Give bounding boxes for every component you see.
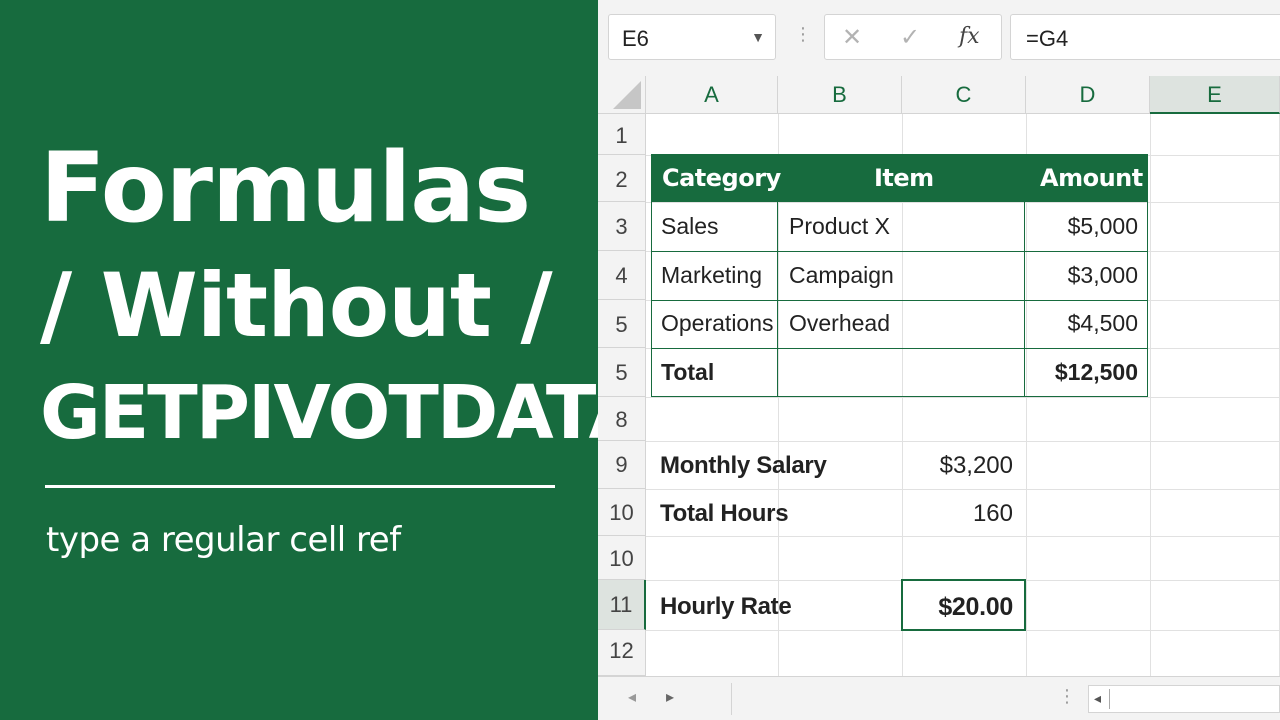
scroll-left-icon[interactable]: ◂ [1094, 690, 1101, 707]
drag-handle-icon[interactable]: ⋮ [1058, 686, 1076, 707]
sheet-prev-icon[interactable]: ◂ [628, 687, 636, 707]
cell-d5[interactable]: $4,500 [1068, 310, 1138, 337]
title-line-3: GETPIVOTDATA [40, 370, 646, 456]
cell-total-amount[interactable]: $12,500 [1055, 359, 1138, 386]
row-header-12[interactable]: 12 [598, 630, 646, 676]
fx-icon[interactable]: fx [959, 24, 980, 49]
subtitle: type a regular cell ref [46, 520, 401, 560]
cell-total-hours-label[interactable]: Total Hours [660, 500, 789, 528]
title-panel: Formulas / Without / GETPIVOTDATA type a… [0, 0, 646, 720]
cancel-icon[interactable]: ✕ [842, 23, 862, 52]
header-item[interactable]: Item [874, 155, 934, 202]
row-header-4[interactable]: 4 [598, 251, 646, 300]
name-box[interactable]: E6 ▼ [608, 14, 776, 60]
cell-b3[interactable]: Product X [789, 213, 890, 240]
column-header-e[interactable]: E [1150, 76, 1280, 114]
header-category[interactable]: Category [662, 155, 781, 202]
cell-b4[interactable]: Campaign [789, 262, 894, 289]
row-header-8[interactable]: 8 [598, 397, 646, 441]
cell-total-hours-value[interactable]: 160 [973, 500, 1013, 528]
row-header-3[interactable]: 3 [598, 202, 646, 251]
column-header-b[interactable]: B [778, 76, 902, 114]
cell-hourly-rate-label[interactable]: Hourly Rate [660, 593, 792, 621]
cell-b5[interactable]: Overhead [789, 310, 890, 337]
formula-buttons: ✕ ✓ fx [824, 14, 1002, 60]
spreadsheet-panel: E6 ▼ ⋮ ✕ ✓ fx =G4 A B C D E 1 2 3 4 5 5 … [598, 0, 1280, 720]
drag-handle-icon[interactable]: ⋮ [794, 24, 812, 45]
name-box-value: E6 [622, 26, 649, 51]
row-header-2[interactable]: 2 [598, 155, 646, 202]
title-line-1: Formulas [40, 132, 531, 244]
scroll-thumb[interactable] [1109, 689, 1279, 709]
row-header-5b[interactable]: 5 [598, 348, 646, 397]
cell-monthly-salary-value[interactable]: $3,200 [940, 452, 1013, 480]
row-header-10b[interactable]: 10 [598, 536, 646, 580]
cell-a4[interactable]: Marketing [661, 262, 762, 289]
row-header-1[interactable]: 1 [598, 114, 646, 155]
cell-d3[interactable]: $5,000 [1068, 213, 1138, 240]
header-amount[interactable]: Amount [1040, 155, 1143, 202]
cell-a3[interactable]: Sales [661, 213, 719, 240]
title-divider [45, 485, 555, 488]
title-line-2: / Without / [40, 254, 553, 357]
horizontal-scrollbar[interactable]: ◂ [1088, 685, 1280, 713]
select-all-corner[interactable] [598, 76, 646, 114]
category-table: Category Item Amount Sales Product X $5,… [651, 154, 1148, 397]
formula-value: =G4 [1026, 26, 1069, 51]
formula-input[interactable]: =G4 [1010, 14, 1280, 60]
tab-separator [731, 683, 732, 715]
sheet-next-icon[interactable]: ▸ [666, 687, 674, 707]
enter-icon[interactable]: ✓ [900, 23, 920, 52]
row-header-9[interactable]: 9 [598, 441, 646, 489]
cell-monthly-salary-label[interactable]: Monthly Salary [660, 452, 827, 480]
column-header-a[interactable]: A [646, 76, 778, 114]
worksheet-grid[interactable]: A B C D E 1 2 3 4 5 5 8 9 10 10 11 12 Ca… [598, 76, 1280, 676]
sheet-tab-bar: ◂ ▸ ⋮ ◂ [598, 676, 1280, 720]
row-header-5[interactable]: 5 [598, 300, 646, 348]
table-header-row: Category Item Amount [652, 155, 1147, 202]
formula-bar: E6 ▼ ⋮ ✕ ✓ fx =G4 [598, 0, 1280, 76]
column-header-d[interactable]: D [1026, 76, 1150, 114]
row-header-10[interactable]: 10 [598, 489, 646, 536]
column-header-c[interactable]: C [902, 76, 1026, 114]
chevron-down-icon[interactable]: ▼ [751, 29, 765, 45]
cell-hourly-rate-value[interactable]: $20.00 [938, 593, 1013, 622]
row-header-11[interactable]: 11 [598, 580, 646, 630]
cell-a5[interactable]: Operations [661, 310, 774, 337]
cell-total-label[interactable]: Total [661, 359, 714, 386]
cell-d4[interactable]: $3,000 [1068, 262, 1138, 289]
